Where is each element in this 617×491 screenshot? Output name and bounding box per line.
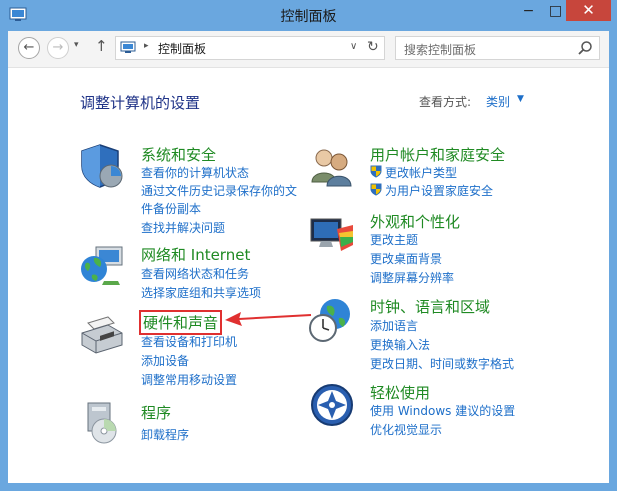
category-programs[interactable]: 程序 — [141, 402, 171, 423]
breadcrumb-control-panel[interactable]: 控制面板 — [158, 40, 206, 57]
appearance-monitor-icon[interactable] — [307, 211, 355, 259]
control-panel-icon — [120, 41, 136, 53]
forward-button[interactable]: → — [47, 37, 69, 59]
title-bar[interactable]: 控制面板 − □ ✕ — [0, 0, 617, 31]
link-network-status[interactable]: 查看网络状态和任务 — [141, 265, 249, 282]
link-change-date-time-format[interactable]: 更改日期、时间或数字格式 — [370, 355, 514, 372]
ease-of-access-icon[interactable] — [310, 381, 358, 429]
view-by-caret-icon[interactable]: ▼ — [517, 94, 524, 104]
category-user-accounts[interactable]: 用户帐户和家庭安全 — [370, 144, 505, 165]
back-button[interactable]: ← — [18, 37, 40, 59]
link-troubleshoot[interactable]: 查找并解决问题 — [141, 219, 225, 236]
link-recommended-settings[interactable]: 使用 Windows 建议的设置 — [370, 402, 515, 419]
link-family-safety[interactable]: 为用户设置家庭安全 — [385, 182, 493, 199]
search-input[interactable]: 搜索控制面板 — [404, 41, 476, 58]
address-dropdown-button[interactable]: ∨ — [350, 41, 357, 52]
network-globe-icon[interactable] — [78, 241, 126, 289]
navigation-toolbar: ← → ▾ ↑ ▸ 控制面板 ∨ ↻ 搜索控制面板 — [8, 31, 609, 68]
link-uninstall-program[interactable]: 卸载程序 — [141, 426, 189, 443]
link-view-computer-status[interactable]: 查看你的计算机状态 — [141, 164, 249, 181]
recent-locations-dropdown[interactable]: ▾ — [74, 40, 79, 50]
printer-icon[interactable] — [78, 311, 126, 359]
page-heading: 调整计算机的设置 — [80, 94, 201, 112]
breadcrumb-separator[interactable]: ▸ — [144, 41, 149, 51]
red-arrow-annotation — [225, 312, 312, 326]
up-button[interactable]: ↑ — [95, 37, 108, 55]
uac-shield-icon — [370, 183, 382, 196]
search-icon[interactable] — [577, 40, 593, 56]
user-accounts-icon[interactable] — [307, 142, 355, 190]
control-panel-window: 控制面板 − □ ✕ ← → ▾ ↑ ▸ 控制面板 ∨ ↻ 搜索控制面板 调整计… — [0, 0, 617, 491]
category-system-security[interactable]: 系统和安全 — [141, 144, 216, 165]
link-change-theme[interactable]: 更改主题 — [370, 231, 418, 248]
view-by-dropdown[interactable]: 类别 — [486, 93, 510, 110]
link-add-language[interactable]: 添加语言 — [370, 317, 418, 334]
link-optimize-visual-display[interactable]: 优化视觉显示 — [370, 421, 442, 438]
link-file-history-backup[interactable]: 通过文件历史记录保存你的文 — [141, 182, 297, 199]
link-change-account-type[interactable]: 更改帐户类型 — [385, 164, 457, 181]
link-change-input-method[interactable]: 更换输入法 — [370, 336, 430, 353]
link-homegroup-sharing[interactable]: 选择家庭组和共享选项 — [141, 284, 261, 301]
category-clock-language-region[interactable]: 时钟、语言和区域 — [370, 296, 490, 317]
client-area: ← → ▾ ↑ ▸ 控制面板 ∨ ↻ 搜索控制面板 调整计算机的设置 查看方式:… — [8, 31, 609, 483]
category-ease-of-access[interactable]: 轻松使用 — [370, 382, 430, 403]
category-network-internet[interactable]: 网络和 Internet — [141, 244, 250, 265]
minimize-button[interactable]: − — [515, 0, 542, 22]
link-change-desktop-background[interactable]: 更改桌面背景 — [370, 250, 442, 267]
link-add-device[interactable]: 添加设备 — [141, 352, 189, 369]
maximize-button[interactable]: □ — [542, 0, 569, 22]
category-appearance[interactable]: 外观和个性化 — [370, 211, 460, 232]
close-button[interactable]: ✕ — [566, 0, 611, 21]
category-hardware-sound[interactable]: 硬件和声音 — [139, 310, 223, 335]
link-devices-printers[interactable]: 查看设备和打印机 — [141, 333, 237, 350]
refresh-button[interactable]: ↻ — [367, 39, 379, 55]
uac-shield-icon — [370, 165, 382, 178]
programs-icon[interactable] — [78, 399, 126, 447]
link-screen-resolution[interactable]: 调整屏幕分辨率 — [370, 269, 454, 286]
clock-globe-icon[interactable] — [307, 296, 355, 344]
link-file-history-backup-cont[interactable]: 件备份副本 — [141, 200, 201, 217]
search-box[interactable]: 搜索控制面板 — [395, 36, 600, 60]
address-bar[interactable]: ▸ 控制面板 ∨ ↻ — [115, 36, 385, 60]
view-by-label: 查看方式: — [419, 95, 472, 109]
link-mobility-settings[interactable]: 调整常用移动设置 — [141, 371, 237, 388]
system-security-shield-icon[interactable] — [78, 142, 126, 190]
